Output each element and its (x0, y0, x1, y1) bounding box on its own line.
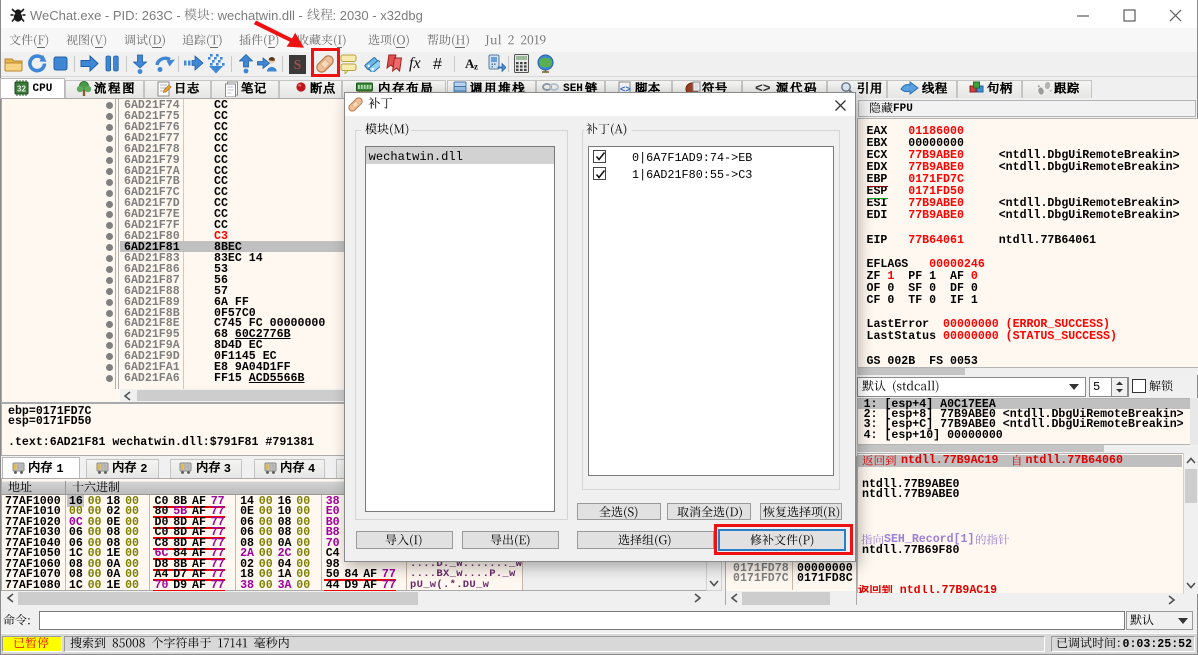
svg-text:S: S (293, 57, 301, 72)
svg-text:z: z (474, 62, 478, 72)
svg-text:#: # (433, 56, 442, 72)
svg-text:32: 32 (17, 85, 26, 94)
svg-text:fx: fx (409, 55, 421, 72)
